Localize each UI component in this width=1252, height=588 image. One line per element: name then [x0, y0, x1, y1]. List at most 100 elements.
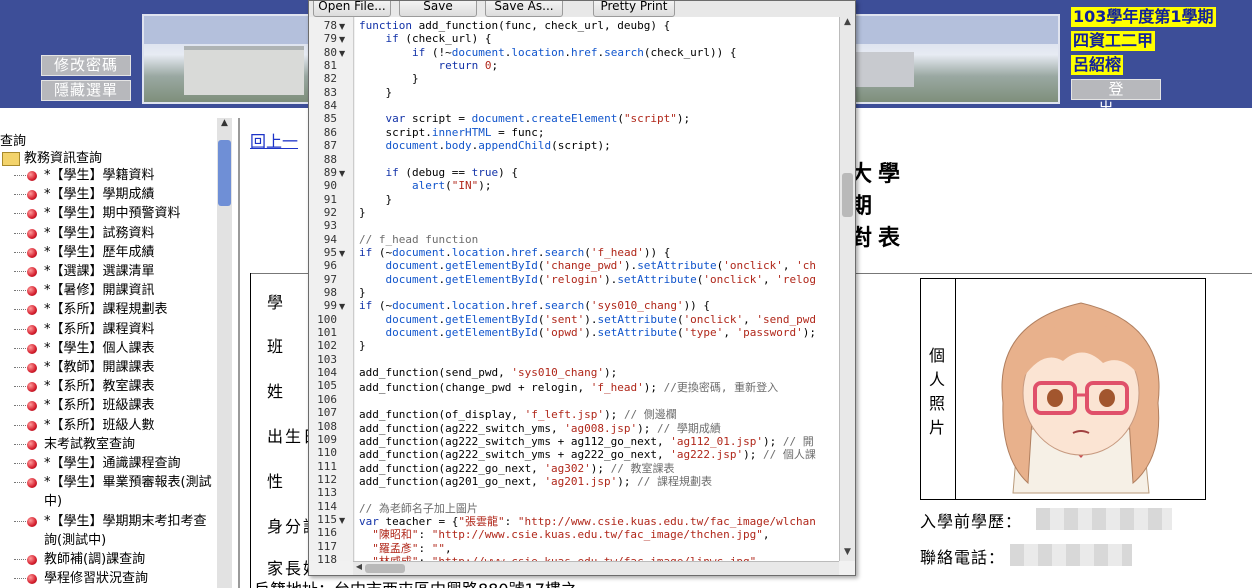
code-line: document.getElementById('change_pwd').se…	[385, 259, 817, 273]
line-number: 87	[323, 139, 337, 153]
scroll-up-icon[interactable]: ▲	[840, 17, 855, 31]
code-line: alert("IN");	[411, 179, 492, 193]
info-field-label: 班	[267, 337, 286, 356]
sidebar-item[interactable]: *【學生】歷年成績	[10, 243, 215, 262]
folder-icon	[2, 151, 20, 166]
photo-label: 個人照片	[929, 346, 946, 437]
fold-arrow-icon[interactable]: ▼	[339, 49, 345, 58]
line-number: 95	[323, 245, 337, 259]
line-number: 81	[323, 59, 337, 73]
sidebar-item[interactable]: *【學生】畢業預審報表(測試中)	[10, 473, 215, 511]
editor-hscroll-thumb[interactable]	[365, 564, 405, 573]
scroll-left-icon[interactable]: ◀	[353, 562, 365, 575]
tree-folder-academic[interactable]: 教務資訊查詢	[2, 147, 102, 166]
sidebar-item[interactable]: 學程修習狀況查詢	[10, 569, 215, 588]
sidebar-item[interactable]: *【選課】選課清單	[10, 262, 215, 281]
bullet-icon	[27, 228, 37, 239]
sidebar-item[interactable]: *【系所】課程規劃表	[10, 300, 215, 319]
code-line: "林威成": "http://www.csie.kuas.edu.tw/fac_…	[359, 553, 763, 561]
sidebar-item[interactable]: *【學生】通識課程查詢	[10, 454, 215, 473]
pretty-print-button[interactable]: Pretty Print	[593, 1, 675, 17]
sidebar-item[interactable]: *【學生】學期成績	[10, 185, 215, 204]
sidebar-item[interactable]: 末考試教室查詢	[10, 435, 215, 454]
line-number: 107	[317, 406, 337, 420]
bullet-icon	[27, 171, 37, 181]
code-line: return 0;	[438, 59, 499, 73]
bullet-icon	[27, 555, 37, 566]
sidebar-item[interactable]: *【學生】學期期末考扣考查詢(測試中)	[10, 512, 215, 550]
bullet-icon	[27, 209, 37, 220]
code-line: }	[359, 192, 393, 206]
sidebar-item[interactable]: *【系所】課程資料	[10, 320, 215, 339]
redacted-phone	[1010, 544, 1132, 566]
logout-button[interactable]: 登出	[1071, 79, 1161, 112]
code-area[interactable]: function add_function(func, check_url, d…	[355, 17, 839, 561]
sidebar-scrollbar[interactable]: ▲	[217, 118, 232, 588]
hide-menu-button[interactable]: 隱藏選單	[41, 80, 131, 101]
code-line: }	[359, 72, 419, 86]
fold-arrow-icon[interactable]: ▼	[339, 516, 345, 525]
sidebar-item[interactable]: *【學生】試務資料	[10, 224, 215, 243]
open-file-button[interactable]: Open File...	[313, 1, 391, 17]
sidebar-scroll-thumb[interactable]	[218, 140, 231, 206]
sidebar-item-label: *【系所】班級人數	[44, 417, 155, 433]
bullet-icon	[27, 478, 37, 489]
student-photo	[963, 283, 1199, 495]
line-number: 86	[323, 125, 337, 139]
line-number: 96	[323, 259, 337, 273]
sidebar-item[interactable]: 教師補(調)課查詢	[10, 550, 215, 569]
line-number: 102	[317, 339, 337, 353]
code-line: if (~document.location.href.search('sys0…	[359, 299, 711, 313]
line-number: 110	[317, 446, 337, 460]
sidebar-item[interactable]: *【學生】期中預警資料	[10, 204, 215, 223]
sidebar-item[interactable]: *【教師】開課課表	[10, 358, 215, 377]
bullet-icon	[27, 343, 37, 354]
line-number: 101	[317, 326, 337, 340]
back-link[interactable]: 回上一	[250, 128, 298, 152]
scroll-down-icon[interactable]: ▼	[840, 547, 855, 561]
line-number: 78	[323, 19, 337, 32]
line-number: 115	[317, 512, 337, 526]
sidebar-item[interactable]: *【系所】班級人數	[10, 416, 215, 435]
sidebar-item[interactable]: *【系所】班級課表	[10, 396, 215, 415]
fold-arrow-icon[interactable]: ▼	[339, 169, 345, 178]
code-line: if (debug == true) {	[385, 165, 518, 179]
line-number: 93	[323, 219, 337, 233]
code-line: }	[359, 339, 366, 353]
scroll-up-icon[interactable]: ▲	[217, 118, 232, 132]
student-name-label: 呂紹榕	[1071, 55, 1124, 75]
save-button[interactable]: Save	[399, 1, 477, 17]
editor-scroll-thumb[interactable]	[842, 173, 853, 217]
sidebar-item[interactable]: *【學生】個人課表	[10, 339, 215, 358]
sidebar-item-label: *【選課】選課清單	[44, 264, 155, 280]
editor-vertical-scrollbar[interactable]: ▲ ▼	[839, 17, 855, 561]
class-label: 四資工二甲	[1071, 31, 1156, 51]
fold-arrow-icon[interactable]: ▼	[339, 249, 345, 258]
sidebar-item[interactable]: *【學生】學籍資料	[10, 166, 215, 185]
fold-arrow-icon[interactable]: ▼	[339, 302, 345, 311]
line-number: 97	[323, 272, 337, 286]
bullet-icon	[27, 247, 37, 258]
line-number: 84	[323, 99, 337, 113]
code-line: document.getElementById('opwd').setAttri…	[385, 326, 817, 340]
code-line: add_function(change_pwd + relogin, 'f_he…	[359, 381, 779, 395]
code-line: document.body.appendChild(script);	[385, 139, 611, 153]
fold-arrow-icon[interactable]: ▼	[339, 22, 345, 31]
code-line: add_function(send_pwd, 'sys010_chang');	[359, 366, 618, 380]
fold-arrow-icon[interactable]: ▼	[339, 35, 345, 44]
bullet-icon	[27, 459, 37, 470]
code-line: function add_function(func, check_url, d…	[359, 19, 671, 32]
bullet-icon	[27, 324, 37, 335]
sidebar-item[interactable]: *【暑修】開課資訊	[10, 281, 215, 300]
line-number: 117	[317, 539, 337, 553]
editor-horizontal-scrollbar[interactable]: ◀	[353, 561, 839, 575]
bullet-icon	[27, 439, 37, 450]
line-number: 106	[317, 392, 337, 406]
save-as-button[interactable]: Save As...	[485, 1, 563, 17]
bullet-icon	[27, 516, 37, 527]
sidebar-item[interactable]: *【系所】教室課表	[10, 377, 215, 396]
phone-label: 聯絡電話：	[920, 548, 1006, 567]
sidebar-item-label: 教師補(調)課查詢	[44, 552, 146, 568]
sidebar-item-label: *【學生】試務資料	[44, 225, 155, 241]
change-password-button[interactable]: 修改密碼	[41, 55, 131, 76]
